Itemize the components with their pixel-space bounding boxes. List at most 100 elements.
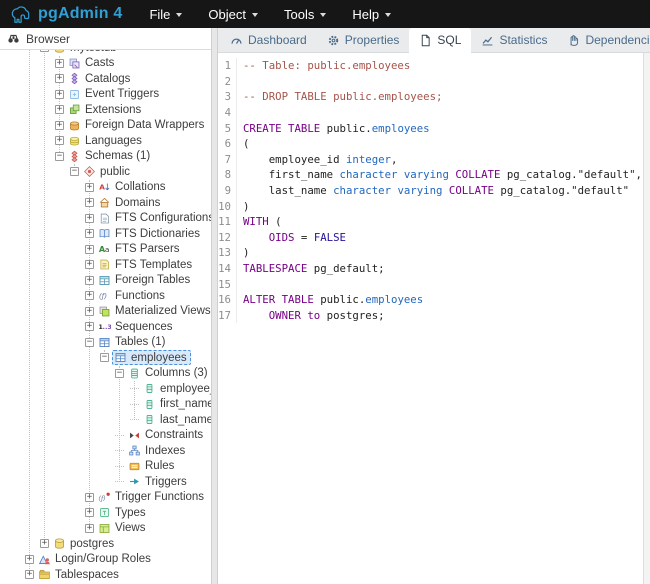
tree-row-fts-parsers[interactable]: + FTS Parsers bbox=[0, 242, 211, 258]
tree-node[interactable]: Casts bbox=[68, 57, 114, 70]
expand-icon[interactable]: + bbox=[55, 136, 64, 145]
tree-node[interactable]: last_name bbox=[143, 413, 211, 426]
menu-object[interactable]: Object bbox=[195, 0, 271, 28]
tree-node[interactable]: employees bbox=[112, 350, 191, 365]
tree-node[interactable]: employee_id bbox=[143, 382, 211, 395]
tab-statistics[interactable]: Statistics bbox=[471, 28, 557, 52]
tree-node[interactable]: Collations bbox=[98, 181, 166, 194]
expand-icon[interactable]: + bbox=[55, 121, 64, 130]
tree-row-languages[interactable]: + Languages bbox=[0, 133, 211, 149]
tree-node[interactable]: Constraints bbox=[128, 429, 203, 442]
tree-row-views[interactable]: + Views bbox=[0, 521, 211, 537]
tab-sql[interactable]: SQL bbox=[409, 28, 471, 53]
tree-row-foreign-tables[interactable]: + Foreign Tables bbox=[0, 273, 211, 289]
menu-file[interactable]: File bbox=[136, 0, 195, 28]
expand-icon[interactable]: + bbox=[85, 214, 94, 223]
expand-icon[interactable]: + bbox=[85, 229, 94, 238]
tree-node[interactable]: FTS Parsers bbox=[98, 243, 180, 256]
tree-node[interactable]: FTS Dictionaries bbox=[98, 227, 200, 240]
object-explorer-tree[interactable]: −mytestdb+Casts+Catalogs+Event Triggers+… bbox=[0, 50, 211, 584]
tree-row-functions[interactable]: + Functions bbox=[0, 288, 211, 304]
tree-row-indexes[interactable]: Indexes bbox=[0, 443, 211, 459]
expand-icon[interactable]: + bbox=[85, 524, 94, 533]
tree-node[interactable]: FTS Configurations bbox=[98, 212, 211, 225]
tree-row-columns-3[interactable]: −Columns (3) bbox=[0, 366, 211, 382]
expand-icon[interactable]: + bbox=[85, 291, 94, 300]
expand-icon[interactable]: + bbox=[85, 276, 94, 285]
tree-node[interactable]: Event Triggers bbox=[68, 88, 159, 101]
tree-row-foreign-data-wrappers[interactable]: + Foreign Data Wrappers bbox=[0, 118, 211, 134]
tree-node[interactable]: Tables (1) bbox=[98, 336, 166, 349]
tree-row-employees[interactable]: −employees bbox=[0, 350, 211, 366]
expand-icon[interactable]: + bbox=[85, 307, 94, 316]
tree-node[interactable]: Trigger Functions bbox=[98, 491, 204, 504]
tree-row-schemas-1[interactable]: −Schemas (1) bbox=[0, 149, 211, 165]
tree-node[interactable]: Foreign Tables bbox=[98, 274, 190, 287]
expand-icon[interactable]: + bbox=[40, 539, 49, 548]
expand-icon[interactable]: + bbox=[85, 183, 94, 192]
tree-row-rules[interactable]: Rules bbox=[0, 459, 211, 475]
expand-icon[interactable]: + bbox=[55, 105, 64, 114]
tree-node[interactable]: Rules bbox=[128, 460, 174, 473]
collapse-icon[interactable]: − bbox=[85, 338, 94, 347]
tree-node[interactable]: FTS Templates bbox=[98, 258, 192, 271]
expand-icon[interactable]: + bbox=[25, 570, 34, 579]
sql-code-view[interactable]: 1-- Table: public.employees23-- DROP TAB… bbox=[218, 53, 643, 584]
collapse-icon[interactable]: − bbox=[40, 50, 49, 52]
tree-node[interactable]: Columns (3) bbox=[128, 367, 208, 380]
tree-row-public[interactable]: −public bbox=[0, 164, 211, 180]
tree-row-materialized-views[interactable]: + Materialized Views bbox=[0, 304, 211, 320]
expand-icon[interactable]: + bbox=[25, 555, 34, 564]
tree-node[interactable]: mytestdb bbox=[53, 50, 117, 54]
tab-dependencies[interactable]: Dependencies bbox=[557, 28, 650, 52]
tree-node[interactable]: Triggers bbox=[128, 475, 187, 488]
tree-node[interactable]: Functions bbox=[98, 289, 165, 302]
tree-node[interactable]: Foreign Data Wrappers bbox=[68, 119, 204, 132]
tree-node[interactable]: Domains bbox=[98, 196, 160, 209]
tree-node[interactable]: Login/Group Roles bbox=[38, 553, 151, 566]
expand-icon[interactable]: + bbox=[55, 59, 64, 68]
tree-row-employee-id[interactable]: employee_id bbox=[0, 381, 211, 397]
expand-icon[interactable]: + bbox=[55, 74, 64, 83]
tree-node[interactable]: Languages bbox=[68, 134, 142, 147]
tree-node[interactable]: Materialized Views bbox=[98, 305, 211, 318]
tree-row-domains[interactable]: + Domains bbox=[0, 195, 211, 211]
tree-node[interactable]: Sequences bbox=[98, 320, 173, 333]
tree-node[interactable]: Views bbox=[98, 522, 145, 535]
menu-help[interactable]: Help bbox=[339, 0, 404, 28]
tree-row-event-triggers[interactable]: + Event Triggers bbox=[0, 87, 211, 103]
tree-row-sequences[interactable]: +Sequences bbox=[0, 319, 211, 335]
collapse-icon[interactable]: − bbox=[115, 369, 124, 378]
tree-node[interactable]: first_name bbox=[143, 398, 211, 411]
tree-row-tablespaces[interactable]: +Tablespaces bbox=[0, 567, 211, 583]
tree-node[interactable]: Schemas (1) bbox=[68, 150, 150, 163]
tab-properties[interactable]: Properties bbox=[317, 28, 410, 52]
expand-icon[interactable]: + bbox=[85, 260, 94, 269]
tree-row-fts-configurations[interactable]: + FTS Configurations bbox=[0, 211, 211, 227]
collapse-icon[interactable]: − bbox=[70, 167, 79, 176]
collapse-icon[interactable]: − bbox=[100, 353, 109, 362]
expand-icon[interactable]: + bbox=[55, 90, 64, 99]
tree-row-postgres[interactable]: +postgres bbox=[0, 536, 211, 552]
tree-node[interactable]: Extensions bbox=[68, 103, 141, 116]
tree-row-fts-templates[interactable]: + FTS Templates bbox=[0, 257, 211, 273]
tree-row-first-name[interactable]: first_name bbox=[0, 397, 211, 413]
tree-row-triggers[interactable]: Triggers bbox=[0, 474, 211, 490]
vertical-scrollbar[interactable] bbox=[643, 53, 650, 584]
expand-icon[interactable]: + bbox=[85, 198, 94, 207]
tab-dashboard[interactable]: Dashboard bbox=[220, 28, 317, 52]
tree-row-tables-1[interactable]: −Tables (1) bbox=[0, 335, 211, 351]
menu-tools[interactable]: Tools bbox=[271, 0, 339, 28]
tree-row-extensions[interactable]: + Extensions bbox=[0, 102, 211, 118]
tree-row-last-name[interactable]: last_name bbox=[0, 412, 211, 428]
collapse-icon[interactable]: − bbox=[55, 152, 64, 161]
expand-icon[interactable]: + bbox=[85, 508, 94, 517]
expand-icon[interactable]: + bbox=[85, 493, 94, 502]
tree-row-casts[interactable]: + Casts bbox=[0, 56, 211, 72]
tree-row-trigger-functions[interactable]: + Trigger Functions bbox=[0, 490, 211, 506]
tree-node[interactable]: public bbox=[83, 165, 130, 178]
tree-row-login-group-roles[interactable]: + Login/Group Roles bbox=[0, 552, 211, 568]
tree-row-constraints[interactable]: Constraints bbox=[0, 428, 211, 444]
tree-row-fts-dictionaries[interactable]: + FTS Dictionaries bbox=[0, 226, 211, 242]
expand-icon[interactable]: + bbox=[85, 245, 94, 254]
